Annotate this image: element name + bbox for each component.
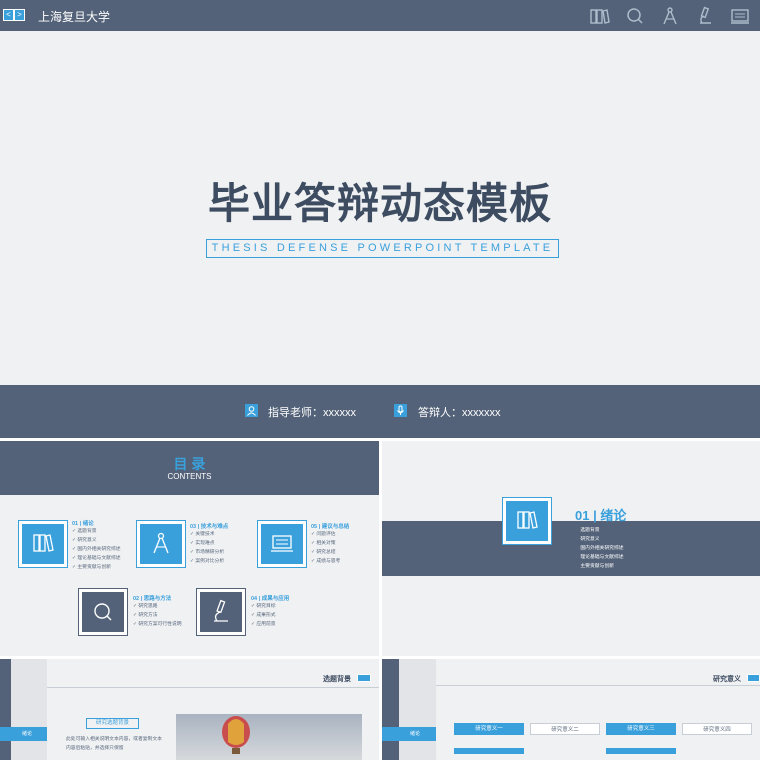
box-label: 研究选题背景 bbox=[86, 718, 139, 729]
list-item: 国内外相关研究综述 bbox=[575, 544, 623, 553]
nav-arrows-icon bbox=[747, 674, 760, 682]
monitor-icon[interactable] bbox=[729, 6, 751, 26]
list-item: 关键技术 bbox=[190, 530, 228, 539]
cover-subtitle: THESIS DEFENSE POWERPOINT TEMPLATE bbox=[206, 239, 559, 258]
section-title: 01 | 绪论 bbox=[72, 521, 94, 527]
list-item: 主要贡献与创新 bbox=[575, 562, 624, 571]
slide-thumbnail-significance[interactable]: 研究意义 绪论 研究意义一 研究意义二 研究意义三 研究意义四 bbox=[382, 659, 760, 760]
significance-button-1: 研究意义一 bbox=[454, 723, 524, 735]
search-icon[interactable] bbox=[624, 6, 646, 26]
significance-button-2: 研究意义二 bbox=[530, 723, 600, 735]
section-title: 04 | 成果与应用 bbox=[251, 596, 290, 602]
section-band bbox=[382, 521, 760, 576]
sidebar-label: 绪论 bbox=[22, 731, 33, 737]
section-title: 05 | 建议与总结 bbox=[311, 524, 350, 530]
section-books-icon bbox=[502, 497, 552, 545]
prev-button[interactable]: < bbox=[3, 9, 14, 21]
contents-monitor-icon bbox=[257, 520, 307, 568]
slide-heading: 研究意义 bbox=[713, 676, 741, 683]
section-title: 01 | 绪论 bbox=[575, 508, 627, 523]
list-item: 研究意义 bbox=[72, 536, 121, 545]
list-item: 研究方案可行性说明 bbox=[133, 620, 181, 629]
list-item: 研究总结 bbox=[311, 548, 349, 557]
list-item: 问题评估 bbox=[311, 530, 349, 539]
next-button[interactable]: > bbox=[14, 9, 25, 21]
contents-title: 目 录 bbox=[173, 456, 206, 472]
microphone-icon bbox=[394, 404, 407, 417]
cover-footer-bar bbox=[0, 385, 760, 438]
list-item: 市场精研分析 bbox=[190, 548, 228, 557]
nav-arrows-icon bbox=[357, 674, 371, 682]
hot-air-balloon-image bbox=[176, 714, 362, 760]
slide-thumbnail-section-01[interactable]: 01 | 绪论 选题背景 研究意义 国内外相关研究综述 理论基础与文献综述 主要… bbox=[382, 441, 760, 656]
list-item: 研究意义 bbox=[575, 535, 624, 544]
list-item: 国内外相关研究综述 bbox=[72, 545, 120, 554]
contents-search-icon bbox=[78, 588, 128, 636]
user-icon bbox=[245, 404, 258, 417]
list-item: 选题背景 bbox=[72, 527, 121, 536]
list-item: 主要贡献与创新 bbox=[72, 563, 121, 572]
significance-button-3: 研究意义三 bbox=[606, 723, 676, 735]
list-item: 相关对策 bbox=[311, 539, 349, 548]
slide-thumbnail-contents[interactable]: 目 录 CONTENTS 01 | 绪论 选题背景 研究意义 国内外相关研究综述… bbox=[0, 441, 379, 656]
contents-microscope-icon bbox=[196, 588, 246, 636]
books-icon[interactable] bbox=[589, 6, 611, 26]
list-item: 成果形式 bbox=[251, 611, 289, 620]
contents-subtitle: CONTENTS bbox=[167, 472, 212, 481]
school-name: 上海复旦大学 bbox=[38, 10, 111, 24]
list-item: 研究方法 bbox=[133, 611, 182, 620]
advisor-label: 指导老师：xxxxxx bbox=[268, 407, 356, 419]
list-item: 理论基础与文献综述 bbox=[72, 554, 120, 563]
contents-compass-icon bbox=[136, 520, 186, 568]
list-item: 实现难点 bbox=[190, 539, 228, 548]
significance-button-4: 研究意义四 bbox=[682, 723, 752, 735]
list-item: 案例对比分析 bbox=[190, 557, 228, 566]
cover-title: 毕业答辩动态模板 bbox=[207, 180, 552, 227]
sidebar-label: 绪论 bbox=[410, 731, 421, 737]
list-item: 成绩与思考 bbox=[311, 557, 349, 566]
compass-icon[interactable] bbox=[659, 6, 681, 26]
slide-thumbnail-background[interactable]: 选题背景 绪论 研究选题背景 此处可输入相关说明文本内容，或者复制文本内容后粘贴… bbox=[0, 659, 379, 760]
list-item: 研究思路 bbox=[133, 602, 182, 611]
body-text: 此处可输入相关说明文本内容，或者复制文本内容后粘贴，并选择只保留 bbox=[66, 737, 162, 751]
microscope-icon[interactable] bbox=[694, 6, 716, 26]
section-title: 02 | 思路与方法 bbox=[133, 596, 172, 602]
list-item: 研究目标 bbox=[251, 602, 289, 611]
top-bar: < > 上海复旦大学 bbox=[0, 0, 760, 31]
contents-books-icon bbox=[18, 520, 68, 568]
list-item: 理论基础与文献综述 bbox=[575, 553, 623, 562]
list-item: 选题背景 bbox=[575, 526, 624, 535]
slide-heading: 选题背景 bbox=[323, 676, 351, 683]
defender-label: 答辩人：xxxxxxx bbox=[418, 407, 501, 419]
list-item: 应用前景 bbox=[251, 620, 289, 629]
section-title: 03 | 技术与难点 bbox=[190, 524, 229, 530]
